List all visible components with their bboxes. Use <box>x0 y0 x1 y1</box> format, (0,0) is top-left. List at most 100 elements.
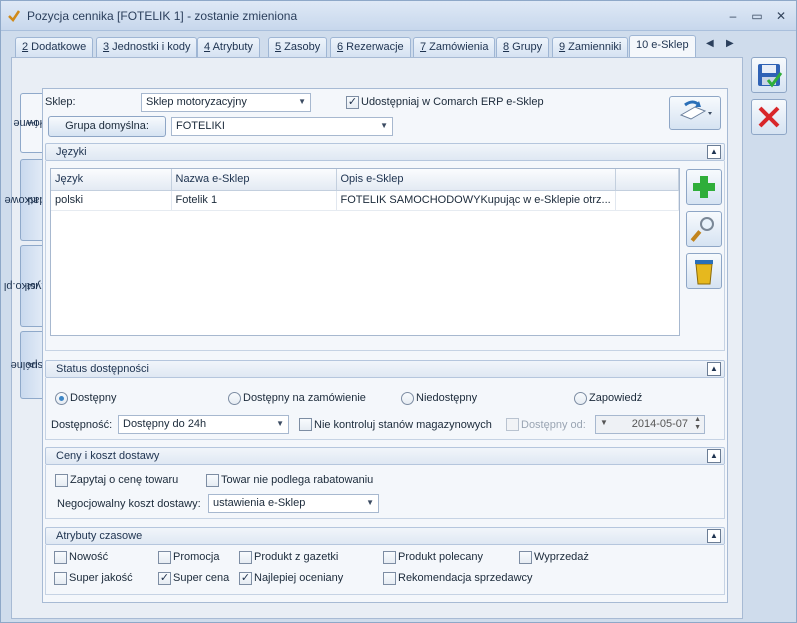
attr-najlepiej-oceniany-checkbox[interactable]: ✓ <box>239 572 252 585</box>
attr-super-jakosc-checkbox[interactable] <box>54 572 67 585</box>
attributes-section-header: Atrybuty czasowe ▲ <box>45 527 725 545</box>
table-row[interactable]: polski Fotelik 1 FOTELIK SAMOCHODOWYKupu… <box>51 190 680 211</box>
radio-dostepny-na-zamowienie[interactable] <box>228 392 241 405</box>
vtab-dodatkowe[interactable]: 2 Dodatkowe <box>4 159 59 241</box>
import-button[interactable] <box>669 96 721 130</box>
collapse-icon[interactable]: ▲ <box>707 449 721 463</box>
radio-label: Niedostępny <box>416 392 478 404</box>
attr-label: Super jakość <box>69 572 133 584</box>
available-from-checkbox[interactable] <box>506 418 519 431</box>
ask-price-label: Zapytaj o cenę towaru <box>70 474 179 486</box>
chevron-down-icon: ▼ <box>366 498 374 507</box>
collapse-icon[interactable]: ▲ <box>707 145 721 159</box>
shipping-cost-select[interactable]: ustawienia e-Sklep ▼ <box>208 494 379 513</box>
tab-scroll-right-icon[interactable]: ▶ <box>726 38 734 49</box>
no-discount-checkbox[interactable] <box>206 474 219 487</box>
title-bar: Pozycja cennika [FOTELIK 1] - zostanie z… <box>1 1 796 31</box>
save-icon <box>758 64 783 88</box>
import-icon <box>679 100 712 120</box>
default-group-button[interactable]: Grupa domyślna: <box>48 116 166 137</box>
dialog-window: Pozycja cennika [FOTELIK 1] - zostanie z… <box>0 0 797 623</box>
top-tabs: 2 Dodatkowe 3 Jednostki i kody 4 Atrybut… <box>11 35 751 57</box>
tab-jednostki-i-kody[interactable]: 3 Jednostki i kody <box>96 37 198 57</box>
tab-atrybuty[interactable]: 4 Atrybuty <box>197 37 260 57</box>
tab-scroll-left-icon[interactable]: ◀ <box>706 38 714 49</box>
attr-label: Najlepiej oceniany <box>254 572 344 584</box>
tab-e-sklep[interactable]: 10 e-Sklep <box>629 35 696 57</box>
collapse-icon[interactable]: ▲ <box>707 362 721 376</box>
close-icon <box>758 106 780 128</box>
radio-dostepny[interactable] <box>55 392 68 405</box>
attr-nowosc-checkbox[interactable] <box>54 551 67 564</box>
chevron-down-icon: ▼ <box>380 121 388 130</box>
tab-zamowienia[interactable]: 7 Zamówienia <box>413 37 496 57</box>
plus-icon <box>693 176 715 198</box>
radio-label: Dostępny na zamówienie <box>243 392 366 404</box>
chevron-down-icon: ▼ <box>298 97 306 106</box>
languages-title: Języki <box>56 146 87 158</box>
table-cell: polski <box>51 190 172 211</box>
prices-title: Ceny i koszt dostawy <box>56 450 160 462</box>
attr-rekomendacja-checkbox[interactable] <box>383 572 396 585</box>
no-discount-label: Towar nie podlega rabatowaniu <box>221 474 374 486</box>
share-esklep-checkbox[interactable]: ✓ <box>346 96 359 109</box>
attr-label: Produkt z gazetki <box>254 551 339 563</box>
available-from-label: Dostępny od: <box>521 419 586 431</box>
table-cell: FOTELIK SAMOCHODOWYKupując w e-Sklepie o… <box>336 190 616 211</box>
availability-select[interactable]: Dostępny do 24h ▼ <box>118 415 289 434</box>
maximize-button[interactable]: ▭ <box>747 7 767 25</box>
window-title: Pozycja cennika [FOTELIK 1] - zostanie z… <box>27 9 298 23</box>
attr-label: Wyprzedaż <box>534 551 589 563</box>
shipping-cost-label: Negocjowalny koszt dostawy: <box>57 498 201 510</box>
attributes-title: Atrybuty czasowe <box>56 530 143 542</box>
tab-dodatkowe[interactable]: 2 Dodatkowe <box>15 37 94 57</box>
column-header[interactable]: Nazwa e-Sklep <box>171 169 337 191</box>
attr-super-cena-checkbox[interactable]: ✓ <box>158 572 171 585</box>
availability-section-header: Status dostępności ▲ <box>45 360 725 378</box>
attr-produkt-polecany-checkbox[interactable] <box>383 551 396 564</box>
collapse-icon[interactable]: ▲ <box>707 529 721 543</box>
default-group-input[interactable]: FOTELIKI ▼ <box>171 117 393 136</box>
close-window-button[interactable]: ✕ <box>771 7 791 25</box>
chevron-down-icon: ▼ <box>600 418 608 427</box>
radio-label: Dostępny <box>70 392 117 404</box>
column-header-empty <box>615 169 680 191</box>
languages-table: Język Nazwa e-Sklep Opis e-Sklep polski … <box>50 168 680 336</box>
tab-grupy[interactable]: 8 Grupy <box>496 37 550 57</box>
cancel-button[interactable] <box>751 99 787 135</box>
spinner-icon[interactable]: ▲ ▼ <box>694 416 701 432</box>
app-icon <box>8 10 21 22</box>
delete-row-button[interactable] <box>686 253 722 289</box>
languages-section-header: Języki ▲ <box>45 143 725 161</box>
attr-wyprzedaz-checkbox[interactable] <box>519 551 532 564</box>
vtab-glowne[interactable]: 1 Główne <box>13 93 50 153</box>
table-cell: Fotelik 1 <box>171 190 337 211</box>
radio-label: Zapowiedź <box>589 392 643 404</box>
radio-niedostepny[interactable] <box>401 392 414 405</box>
attr-label: Super cena <box>173 572 230 584</box>
save-button[interactable] <box>751 57 787 93</box>
add-button[interactable] <box>686 169 722 205</box>
tab-zamienniki[interactable]: 9 Zamienniki <box>552 37 629 57</box>
column-header[interactable]: Opis e-Sklep <box>336 169 616 191</box>
ask-price-checkbox[interactable] <box>55 474 68 487</box>
shop-select[interactable]: Sklep motoryzacyjny ▼ <box>141 93 311 112</box>
no-stock-control-checkbox[interactable] <box>299 418 312 431</box>
attr-label: Produkt polecany <box>398 551 483 563</box>
shop-label: Sklep: <box>45 96 76 108</box>
minimize-button[interactable]: – <box>723 7 743 25</box>
radio-zapowiedz[interactable] <box>574 392 587 405</box>
view-button[interactable] <box>686 211 722 247</box>
tab-rezerwacje[interactable]: 6 Rezerwacje <box>330 37 411 57</box>
attr-label: Nowość <box>69 551 109 563</box>
tab-zasoby[interactable]: 5 Zasoby <box>268 37 328 57</box>
prices-section-header: Ceny i koszt dostawy ▲ <box>45 447 725 465</box>
available-from-date[interactable]: ▼ 2014-05-07 ▲ ▼ <box>595 415 705 434</box>
attr-produkt-z-gazetki-checkbox[interactable] <box>239 551 252 564</box>
share-esklep-label: Udostępniaj w Comarch ERP e-Sklep <box>361 96 544 108</box>
column-header[interactable]: Język <box>51 169 172 191</box>
vtab-wspolne[interactable]: 4 Wspólne <box>10 331 53 399</box>
vtab-wszystko-pl[interactable]: 3 wszystko.pl <box>3 245 60 327</box>
attr-promocja-checkbox[interactable] <box>158 551 171 564</box>
attr-label: Promocja <box>173 551 220 563</box>
